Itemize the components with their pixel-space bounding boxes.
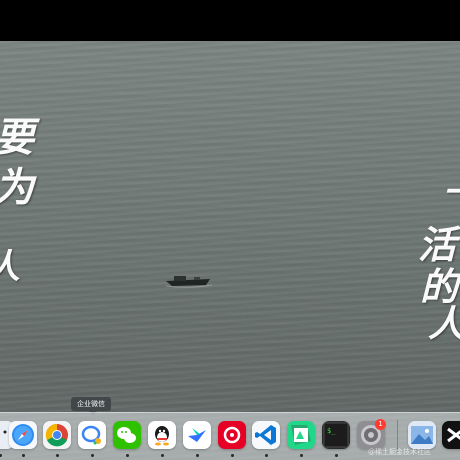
- dock-tooltip: 企业微信: [71, 397, 111, 415]
- calligraphy-left-char-1: 要: [0, 118, 34, 158]
- calligraphy-right-char-2: 的: [420, 264, 459, 309]
- wechat-icon[interactable]: [113, 421, 141, 449]
- chrome-icon[interactable]: [43, 421, 71, 449]
- feishu-running-dot: [196, 454, 199, 457]
- watermark-text: @稀土掘金技术社区: [368, 448, 431, 456]
- calligraphy-left-char-2: 为: [0, 168, 34, 208]
- netease-music-running-dot: [231, 454, 234, 457]
- qq-icon[interactable]: [148, 421, 176, 449]
- wecom-running-dot: [91, 454, 94, 457]
- vscode-running-dot: [265, 454, 268, 457]
- terminal-running-dot: [335, 454, 338, 457]
- chrome-running-dot: [56, 454, 59, 457]
- svg-text:$_: $_: [327, 427, 336, 435]
- menu-bar-area: [0, 0, 460, 41]
- qq-running-dot: [161, 454, 164, 457]
- calligraphy-right-char-1: 活: [418, 222, 457, 267]
- pycharm-running-dot: [300, 454, 303, 457]
- preview-icon[interactable]: [408, 421, 436, 449]
- calligraphy-right-char-0: 一: [443, 176, 460, 210]
- wecom-icon[interactable]: [78, 421, 106, 449]
- wechat-running-dot: [126, 454, 129, 457]
- system-preferences-badge: 1: [375, 419, 386, 430]
- boat-image: [165, 276, 213, 288]
- wallpaper: [0, 41, 460, 460]
- feishu-icon[interactable]: [183, 421, 211, 449]
- terminal-icon[interactable]: $_: [322, 421, 350, 449]
- calligraphy-right-char-3: 人: [428, 306, 460, 342]
- calligraphy-left-char-3: 人: [0, 250, 20, 284]
- capcut-icon[interactable]: [442, 421, 460, 449]
- vscode-icon[interactable]: [252, 421, 280, 449]
- netease-music-icon[interactable]: [218, 421, 246, 449]
- desktop-screen: 要 为 人 一 活 的 人 企业微信: [0, 0, 460, 460]
- safari-icon[interactable]: [9, 421, 37, 449]
- pycharm-icon[interactable]: [287, 421, 315, 449]
- safari-running-dot: [22, 454, 25, 457]
